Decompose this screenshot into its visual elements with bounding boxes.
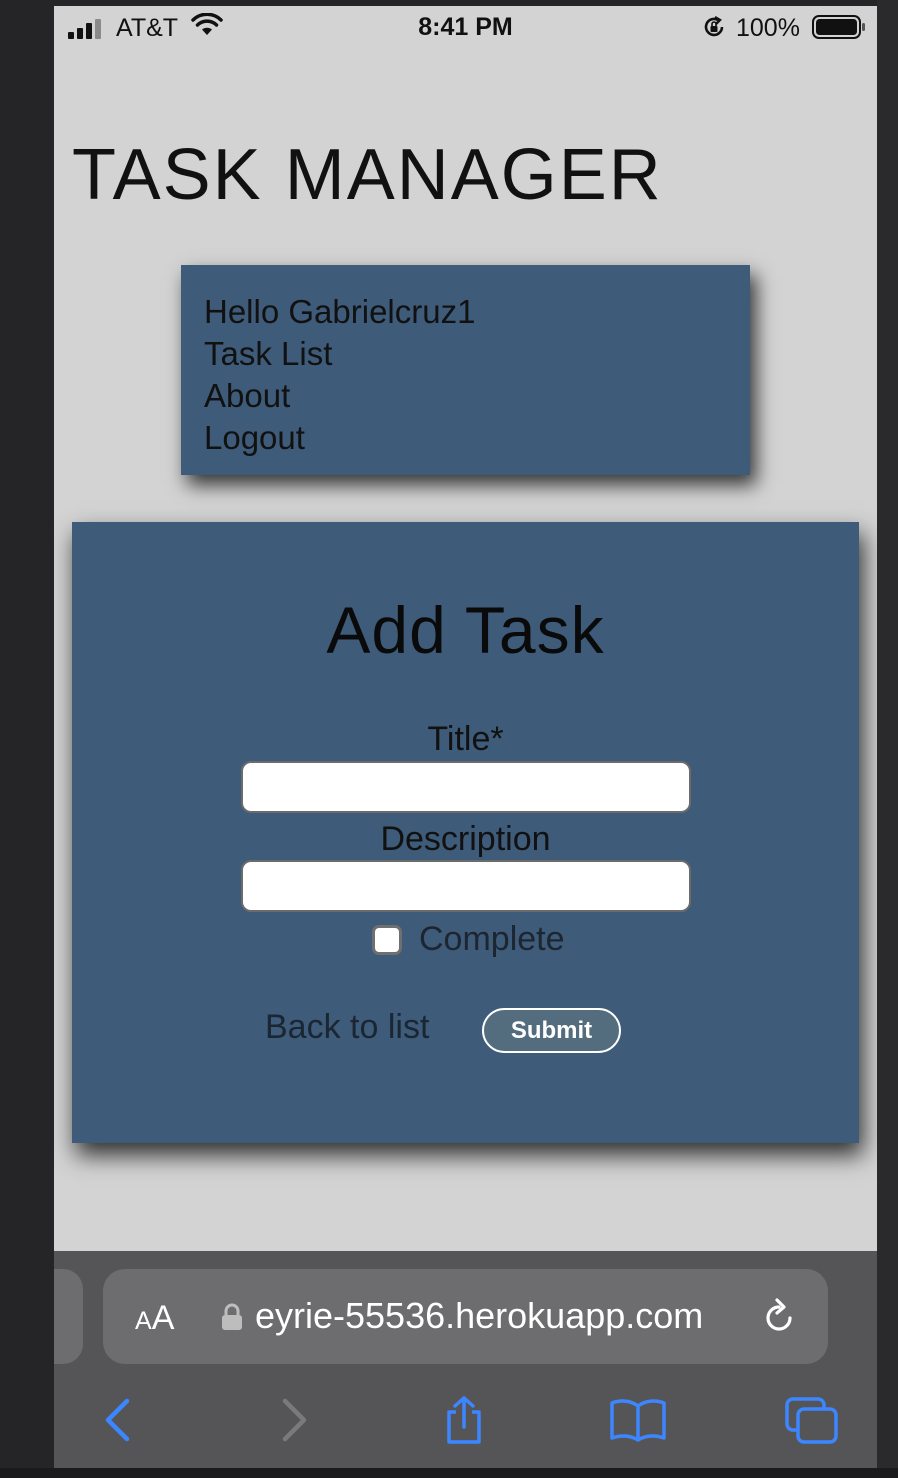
nav-menu: Hello Gabrielcruz1 Task List About Logou…	[181, 265, 750, 475]
title-input[interactable]	[241, 761, 691, 813]
bottom-edge	[0, 1468, 898, 1478]
form-heading: Add Task	[326, 593, 605, 667]
text-size-small-a: A	[135, 1307, 152, 1335]
reload-icon[interactable]	[761, 1298, 797, 1336]
nav-item-about[interactable]: About	[204, 375, 475, 417]
lock-icon	[222, 1303, 242, 1330]
nav-item-task-list[interactable]: Task List	[204, 333, 475, 375]
address-bar[interactable]: AA eyrie-55536.herokuapp.com	[103, 1269, 828, 1364]
url-text[interactable]: eyrie-55536.herokuapp.com	[255, 1295, 745, 1337]
title-label: Title*	[427, 720, 504, 758]
description-input[interactable]	[241, 860, 691, 912]
rotation-lock-icon	[704, 15, 724, 37]
battery-icon	[812, 15, 865, 39]
share-icon[interactable]	[440, 1396, 488, 1444]
complete-label: Complete	[419, 920, 565, 958]
add-task-form: Add Task Title* Description Complete Bac…	[72, 522, 859, 1143]
nav-list: Hello Gabrielcruz1 Task List About Logou…	[204, 291, 475, 459]
phone-screen: AT&T 8:41 PM 100% TASK MANAGER Hello Gab…	[54, 6, 877, 1468]
back-icon[interactable]	[99, 1396, 135, 1444]
back-to-list-link[interactable]: Back to list	[265, 1008, 429, 1047]
tabs-icon[interactable]	[784, 1396, 840, 1444]
submit-button[interactable]: Submit	[482, 1008, 621, 1053]
right-edge	[877, 0, 898, 1478]
battery-percentage: 100%	[736, 14, 800, 42]
text-size-button[interactable]: AA	[135, 1299, 174, 1338]
page-title: TASK MANAGER	[72, 135, 663, 215]
complete-checkbox[interactable]	[372, 925, 402, 955]
nav-greeting: Hello Gabrielcruz1	[204, 293, 476, 330]
text-size-large-a: A	[151, 1299, 175, 1337]
browser-toolbar: AA eyrie-55536.herokuapp.com	[54, 1251, 877, 1468]
status-bar: AT&T 8:41 PM 100%	[54, 6, 877, 50]
previous-tab-preview[interactable]	[54, 1269, 83, 1364]
forward-icon[interactable]	[276, 1396, 312, 1444]
bookmarks-icon[interactable]	[609, 1396, 667, 1444]
nav-item-logout[interactable]: Logout	[204, 417, 475, 459]
description-label: Description	[380, 820, 551, 858]
left-edge	[0, 0, 54, 1478]
